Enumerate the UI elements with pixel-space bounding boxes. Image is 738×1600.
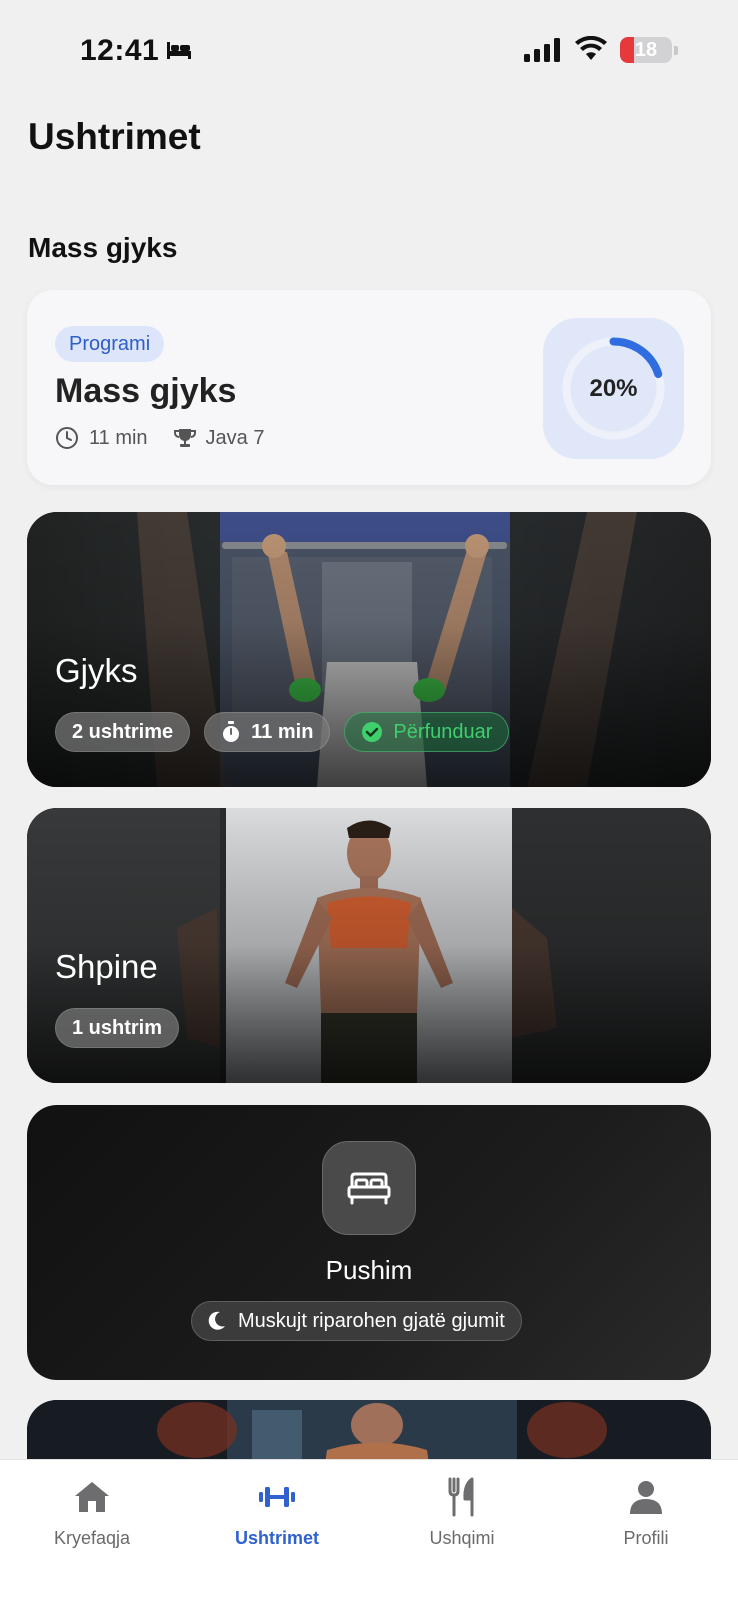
rest-icon-box <box>322 1141 416 1235</box>
sleep-mode-icon <box>167 42 191 59</box>
rest-title: Pushim <box>325 1255 413 1285</box>
completed-chip: Përfunduar <box>344 712 510 752</box>
page-title: Ushtrimet <box>28 116 201 157</box>
workout-title: Gjyks <box>55 652 138 689</box>
status-time: 12:41 <box>80 34 160 67</box>
clock-icon <box>56 427 78 449</box>
program-badge: Programi <box>55 326 165 362</box>
tab-profile[interactable]: Profili <box>571 1476 721 1549</box>
program-meta: 11 min Java 7 <box>55 426 290 450</box>
program-week-label: Java 7 <box>205 426 265 449</box>
tab-label: Profili <box>623 1528 669 1548</box>
status-bar: 12:41 18 <box>0 0 738 100</box>
tab-label: Ushqimi <box>429 1528 495 1548</box>
fork-knife-icon <box>448 1477 474 1517</box>
rest-note: Muskujt riparohen gjatë gjumit <box>191 1301 522 1341</box>
tab-label: Ushtrimet <box>234 1528 319 1548</box>
stopwatch-icon <box>223 721 240 742</box>
program-week: Java 7 <box>173 426 265 450</box>
program-duration-label: 11 min <box>89 426 148 449</box>
bed-icon <box>347 1172 391 1205</box>
battery-level: 18 <box>634 39 658 61</box>
rest-note-label: Muskujt riparohen gjatë gjumit <box>238 1309 505 1332</box>
exercise-count-chip: 2 ushtrime <box>55 712 191 752</box>
workout-chips: 1 ushtrim <box>55 1008 193 1048</box>
tab-workouts[interactable]: Ushtrimet <box>202 1476 352 1549</box>
exercise-count: 1 ushtrim <box>72 1016 163 1039</box>
progress-label: 20% <box>589 375 638 402</box>
battery-icon: 18 <box>620 37 678 63</box>
workout-card-shpine[interactable]: Shpine 1 ushtrim <box>27 808 711 1083</box>
workout-chips: 2 ushtrime 11 min Përfunduar <box>55 712 523 752</box>
program-card[interactable]: Programi Mass gjyks 11 min Java 7 20% <box>27 290 711 485</box>
program-duration: 11 min <box>55 426 148 450</box>
workout-card-gjyks[interactable]: Gjyks 2 ushtrime 11 min Përfunduar <box>27 512 711 787</box>
tab-home[interactable]: Kryefaqja <box>17 1476 167 1549</box>
tab-bar: Kryefaqja Ushtrimet Ushqimi Profili <box>0 1459 738 1600</box>
trophy-icon <box>173 429 196 447</box>
rest-day-card: Pushim Muskujt riparohen gjatë gjumit <box>27 1105 711 1380</box>
duration-label: 11 min <box>251 720 314 743</box>
duration-chip: 11 min <box>204 712 331 752</box>
cellular-signal-icon <box>524 38 560 62</box>
moon-icon <box>208 1311 225 1330</box>
tab-food[interactable]: Ushqimi <box>387 1476 537 1549</box>
section-title: Mass gjyks <box>28 232 178 263</box>
exercise-count: 2 ushtrime <box>72 720 174 743</box>
completed-label: Përfunduar <box>393 720 493 743</box>
tab-label: Kryefaqja <box>53 1528 131 1548</box>
person-icon <box>630 1481 662 1514</box>
dumbbell-icon <box>259 1487 295 1507</box>
wifi-icon <box>575 36 607 60</box>
check-circle-icon <box>362 722 383 742</box>
home-icon <box>75 1482 109 1512</box>
workout-title: Shpine <box>55 948 158 985</box>
progress-ring: 20% <box>543 318 684 459</box>
exercise-count-chip: 1 ushtrim <box>55 1008 180 1048</box>
program-name: Mass gjyks <box>55 372 237 410</box>
